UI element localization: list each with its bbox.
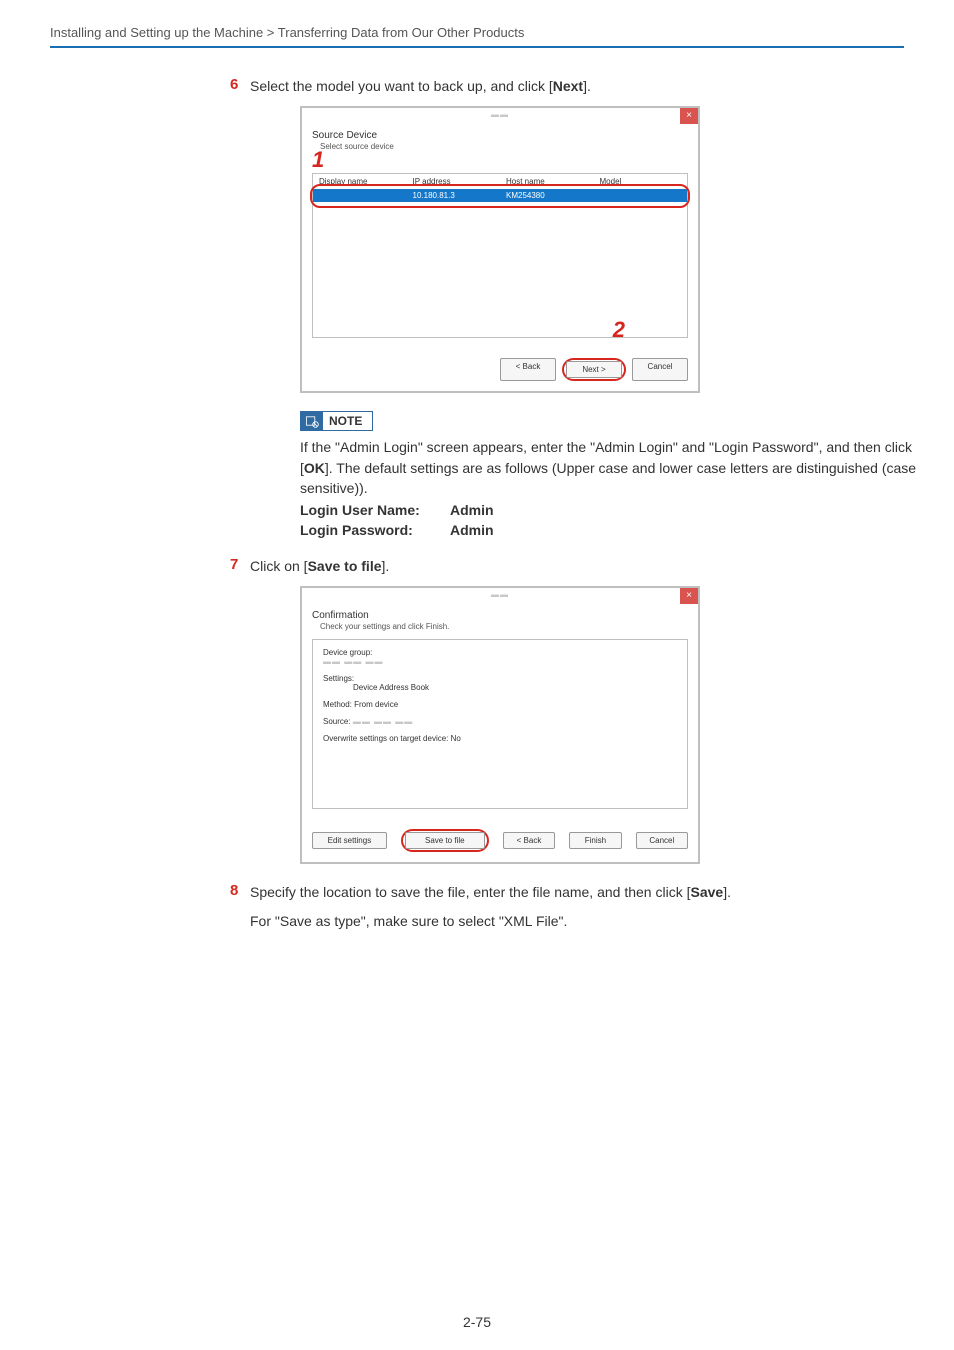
back-button[interactable]: < Back (503, 832, 555, 849)
step-8-line2: For "Save as type", make sure to select … (250, 911, 731, 931)
step-7-pre: Click on [ (250, 558, 308, 574)
step-7-post: ]. (382, 558, 390, 574)
callout-2-ring: Next > (562, 358, 626, 381)
step-6-pre: Select the model you want to back up, an… (250, 78, 553, 94)
cancel-button[interactable]: Cancel (636, 832, 688, 849)
step-6-post: ]. (583, 78, 591, 94)
confirmation-subtitle: Check your settings and click Finish. (320, 622, 688, 631)
device-row[interactable]: 10.180.81.3 KM254380 (313, 189, 687, 202)
kv-settings-value: Device Address Book (353, 683, 429, 692)
kv-source-label: Source: (323, 717, 351, 726)
device-list-header: Display name IP address Host name Model (313, 174, 687, 189)
confirmation-window: ▬▬ × Confirmation Check your settings an… (300, 586, 700, 864)
note-post: ]. The default settings are as follows (… (300, 460, 916, 496)
device-row-host: KM254380 (500, 189, 594, 202)
note-label: NOTE (323, 413, 372, 429)
kv-settings: Settings: Device Address Book (323, 674, 677, 692)
step-7-text: Click on [Save to file]. (250, 556, 389, 576)
source-device-title: Source Device (312, 130, 688, 141)
step-8-line1-bold: Save (690, 884, 723, 900)
finish-button[interactable]: Finish (569, 832, 621, 849)
close-icon[interactable]: × (680, 108, 698, 124)
window2-button-row: Edit settings Save to file < Back Finish… (302, 819, 698, 862)
cred-user-label: Login User Name: (300, 502, 450, 518)
step-8-number: 8 (230, 882, 250, 899)
header-model[interactable]: Model (594, 174, 688, 189)
cred-user-value: Admin (450, 502, 494, 518)
step-8-text: Specify the location to save the file, e… (250, 882, 731, 931)
page-number: 2-75 (0, 1314, 954, 1330)
note-icon (301, 412, 323, 430)
kv-source: Source: ▬▬ ▬▬ ▬▬ (323, 717, 677, 726)
close-icon[interactable]: × (680, 588, 698, 604)
kv-method: Method: From device (323, 700, 677, 709)
edit-settings-button[interactable]: Edit settings (312, 832, 387, 849)
window-title-redacted: ▬▬ (491, 590, 509, 599)
kv-source-value: ▬▬ ▬▬ ▬▬ (353, 717, 413, 726)
device-row-display-name (313, 189, 407, 202)
step-6-bold: Next (553, 78, 583, 94)
kv-device-group-label: Device group: (323, 648, 372, 657)
header-ip-address[interactable]: IP address (407, 174, 501, 189)
device-row-model (594, 189, 688, 202)
note-text: If the "Admin Login" screen appears, ent… (300, 437, 920, 498)
kv-overwrite: Overwrite settings on target device: No (323, 734, 677, 743)
step-6-number: 6 (230, 76, 250, 93)
note-header: NOTE (300, 411, 373, 431)
step-7-number: 7 (230, 556, 250, 573)
header-host-name[interactable]: Host name (500, 174, 594, 189)
callout-2: 2 (613, 317, 625, 343)
step-8-line1-post: ]. (723, 884, 731, 900)
window-title-redacted: ▬▬ (491, 110, 509, 119)
step-8-line1-pre: Specify the location to save the file, e… (250, 884, 690, 900)
cred-pass-label: Login Password: (300, 522, 450, 538)
cred-row-user: Login User Name: Admin (300, 502, 920, 518)
confirmation-summary: Device group: ▬▬ ▬▬ ▬▬ Settings: Device … (312, 639, 688, 809)
note-block: NOTE If the "Admin Login" screen appears… (300, 411, 920, 538)
step-8: 8 Specify the location to save the file,… (230, 882, 904, 931)
kv-device-group-value: ▬▬ ▬▬ ▬▬ (323, 657, 383, 666)
note-bold: OK (304, 460, 325, 476)
device-list: Display name IP address Host name Model … (312, 173, 688, 338)
window-titlebar: ▬▬ × (302, 108, 698, 124)
window1-button-row: < Back Next > Cancel (302, 348, 698, 391)
cred-pass-value: Admin (450, 522, 494, 538)
kv-settings-label: Settings: (323, 674, 354, 683)
callout-1: 1 (312, 149, 688, 171)
kv-device-group: Device group: ▬▬ ▬▬ ▬▬ (323, 648, 677, 666)
cancel-button[interactable]: Cancel (632, 358, 688, 381)
step-6-text: Select the model you want to back up, an… (250, 76, 591, 96)
step-6: 6 Select the model you want to back up, … (230, 76, 904, 96)
save-to-file-button[interactable]: Save to file (405, 832, 485, 849)
cred-row-pass: Login Password: Admin (300, 522, 920, 538)
window-titlebar: ▬▬ × (302, 588, 698, 604)
confirmation-title: Confirmation (312, 610, 688, 621)
device-row-ip: 10.180.81.3 (407, 189, 501, 202)
save-to-file-ring: Save to file (401, 829, 489, 852)
header-rule (50, 46, 904, 48)
source-device-window: ▬▬ × Source Device Select source device … (300, 106, 700, 393)
step-7-bold: Save to file (308, 558, 382, 574)
back-button[interactable]: < Back (500, 358, 556, 381)
breadcrumb: Installing and Setting up the Machine > … (50, 25, 904, 40)
next-button[interactable]: Next > (566, 361, 622, 378)
step-7: 7 Click on [Save to file]. (230, 556, 904, 576)
header-display-name[interactable]: Display name (313, 174, 407, 189)
